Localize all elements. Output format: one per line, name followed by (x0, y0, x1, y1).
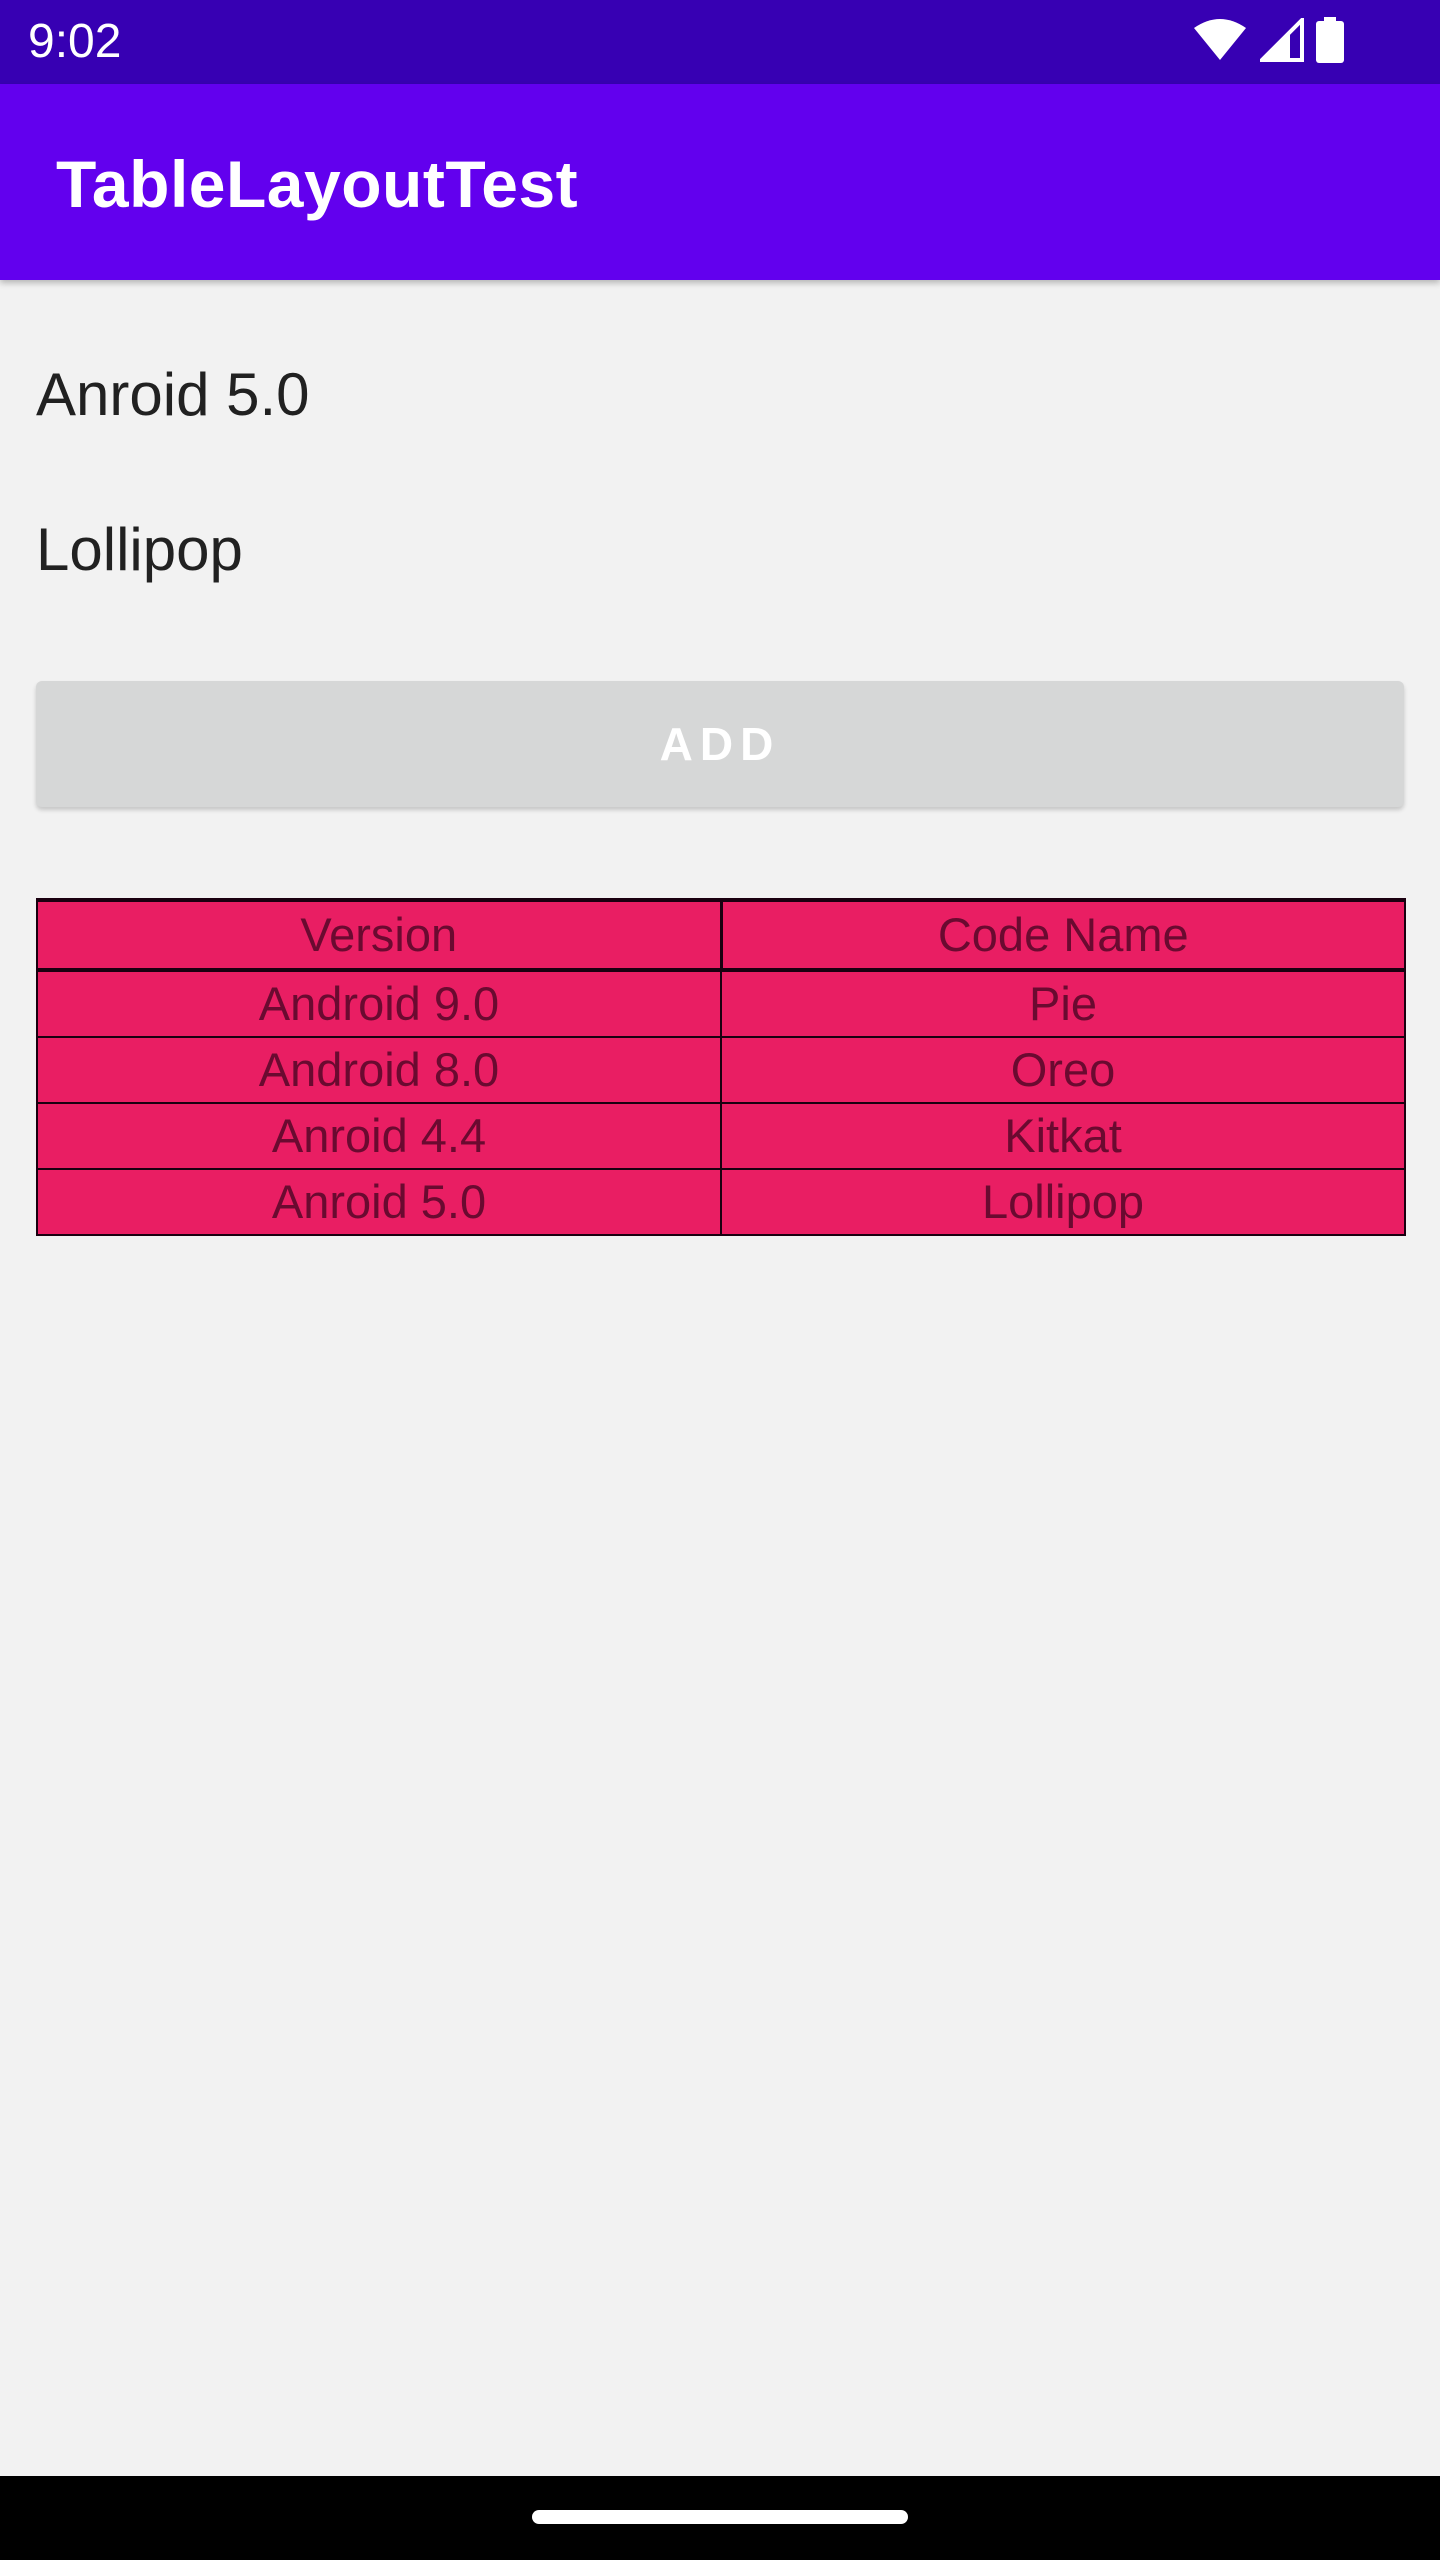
version-cell: Anroid 5.0 (36, 1168, 722, 1236)
version-cell: Anroid 4.4 (36, 1102, 722, 1170)
app-title: TableLayoutTest (56, 147, 579, 221)
add-button[interactable]: ADD (36, 681, 1404, 807)
version-cell: Android 9.0 (36, 969, 722, 1038)
header-code-name: Code Name (720, 898, 1406, 972)
status-icons (1192, 14, 1344, 68)
version-table: Version Code Name Android 9.0 Pie Androi… (36, 898, 1406, 1236)
app-bar: TableLayoutTest (0, 84, 1440, 280)
table-row: Anroid 4.4 Kitkat (36, 1102, 1406, 1170)
cell-signal-icon (1257, 14, 1304, 67)
code-name-text: Lollipop (36, 516, 243, 583)
table-row: Android 9.0 Pie (36, 969, 1406, 1038)
code-name-cell: Pie (720, 969, 1406, 1038)
code-name-cell: Kitkat (720, 1102, 1406, 1170)
table-header-row: Version Code Name (36, 898, 1406, 972)
header-version: Version (36, 898, 723, 972)
code-name-cell: Oreo (720, 1036, 1406, 1104)
status-time: 9:02 (28, 15, 122, 68)
status-bar: 9:02 (0, 0, 1440, 84)
table-row: Android 8.0 Oreo (36, 1036, 1406, 1104)
code-name-cell: Lollipop (720, 1168, 1406, 1236)
version-cell: Android 8.0 (36, 1036, 722, 1104)
battery-icon (1316, 16, 1344, 68)
version-text: Anroid 5.0 (36, 361, 310, 428)
navigation-bar (0, 2476, 1440, 2560)
table-row: Anroid 5.0 Lollipop (36, 1168, 1406, 1236)
wifi-icon (1192, 18, 1248, 67)
home-handle[interactable] (532, 2510, 908, 2524)
